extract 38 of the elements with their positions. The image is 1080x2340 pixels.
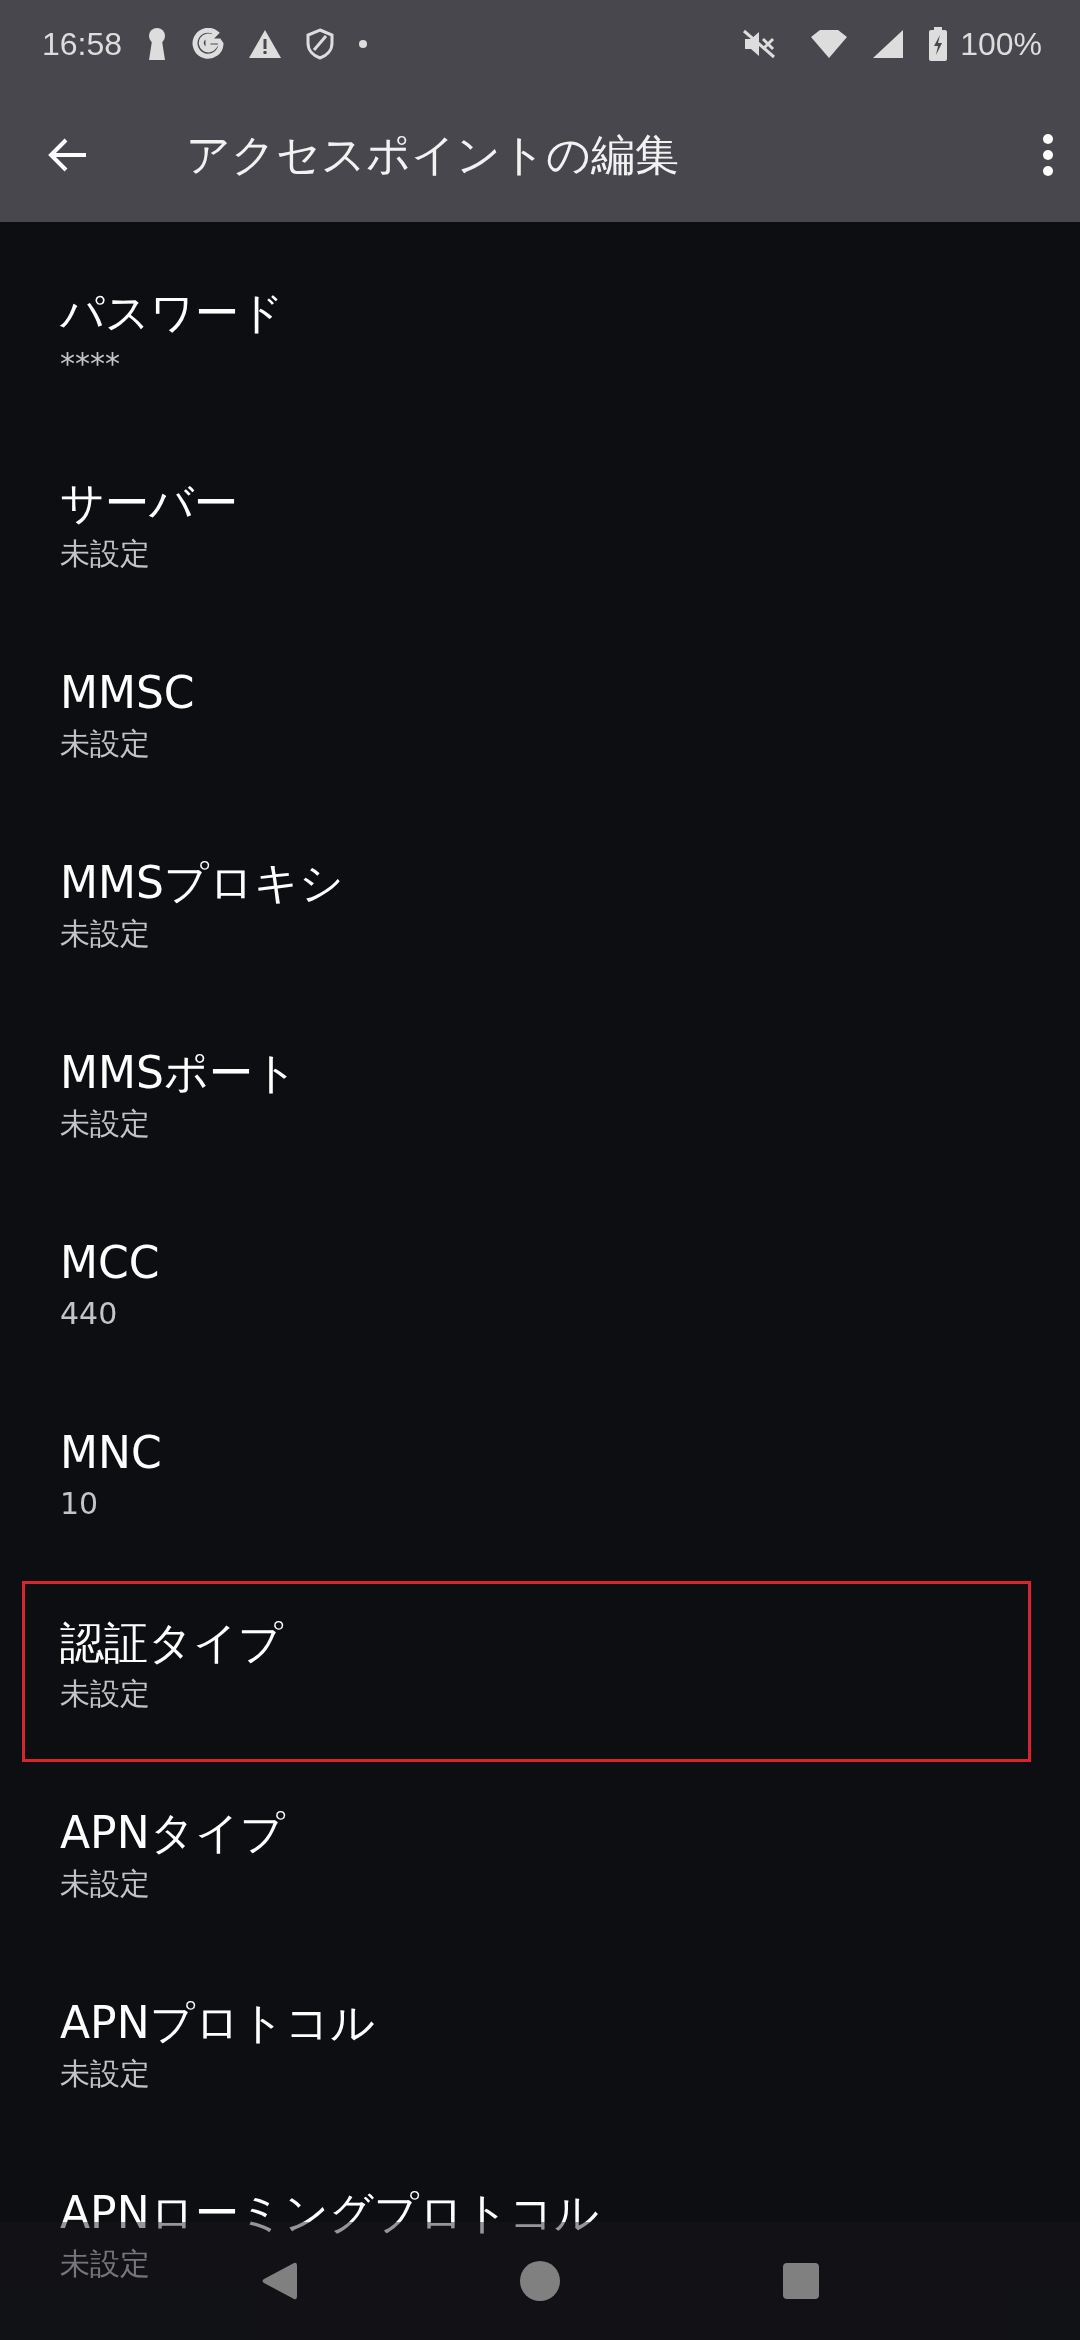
- warning-icon: [248, 29, 283, 59]
- clock: 16:58: [42, 25, 123, 63]
- setting-value: 未設定: [60, 2245, 150, 2283]
- signal-icon: [872, 29, 905, 59]
- setting-value: 未設定: [60, 1105, 150, 1143]
- setting-value: 未設定: [60, 2055, 150, 2093]
- g-logo-icon: [192, 28, 225, 60]
- dot-icon: [358, 39, 369, 49]
- setting-title: MMSC: [60, 666, 195, 720]
- setting-title: APNタイプ: [60, 1806, 285, 1860]
- setting-title: パスワード: [60, 286, 284, 340]
- setting-value: 未設定: [60, 1865, 150, 1903]
- recents-square-icon[interactable]: [781, 2262, 820, 2300]
- mute-icon: [742, 29, 777, 59]
- setting-value: ****: [60, 345, 120, 383]
- setting-value: 440: [60, 1295, 118, 1333]
- setting-title: APNローミングプロトコル: [60, 2186, 599, 2240]
- back-arrow-icon[interactable]: [48, 137, 88, 173]
- back-triangle-icon[interactable]: [260, 2260, 299, 2302]
- setting-title: MCC: [60, 1236, 160, 1290]
- shield-icon: [306, 28, 335, 60]
- setting-title: サーバー: [60, 476, 238, 530]
- setting-value: 未設定: [60, 535, 150, 573]
- setting-title: MMSプロキシ: [60, 856, 344, 910]
- setting-value: 未設定: [60, 725, 150, 763]
- setting-value: 未設定: [60, 915, 150, 953]
- setting-title: APNプロトコル: [60, 1996, 375, 2050]
- more-options-icon[interactable]: [1042, 133, 1054, 177]
- setting-title: 認証タイプ: [60, 1616, 283, 1670]
- home-circle-icon[interactable]: [519, 2260, 561, 2302]
- battery-icon: [928, 27, 949, 61]
- setting-value: 10: [60, 1485, 99, 1523]
- setting-title: MMSポート: [60, 1046, 298, 1100]
- setting-title: MNC: [60, 1426, 162, 1480]
- wifi-icon: [810, 29, 849, 59]
- setting-value: 未設定: [60, 1675, 150, 1713]
- battery-percentage: 100%: [960, 25, 1042, 63]
- screen-title: アクセスポイントの編集: [186, 127, 680, 182]
